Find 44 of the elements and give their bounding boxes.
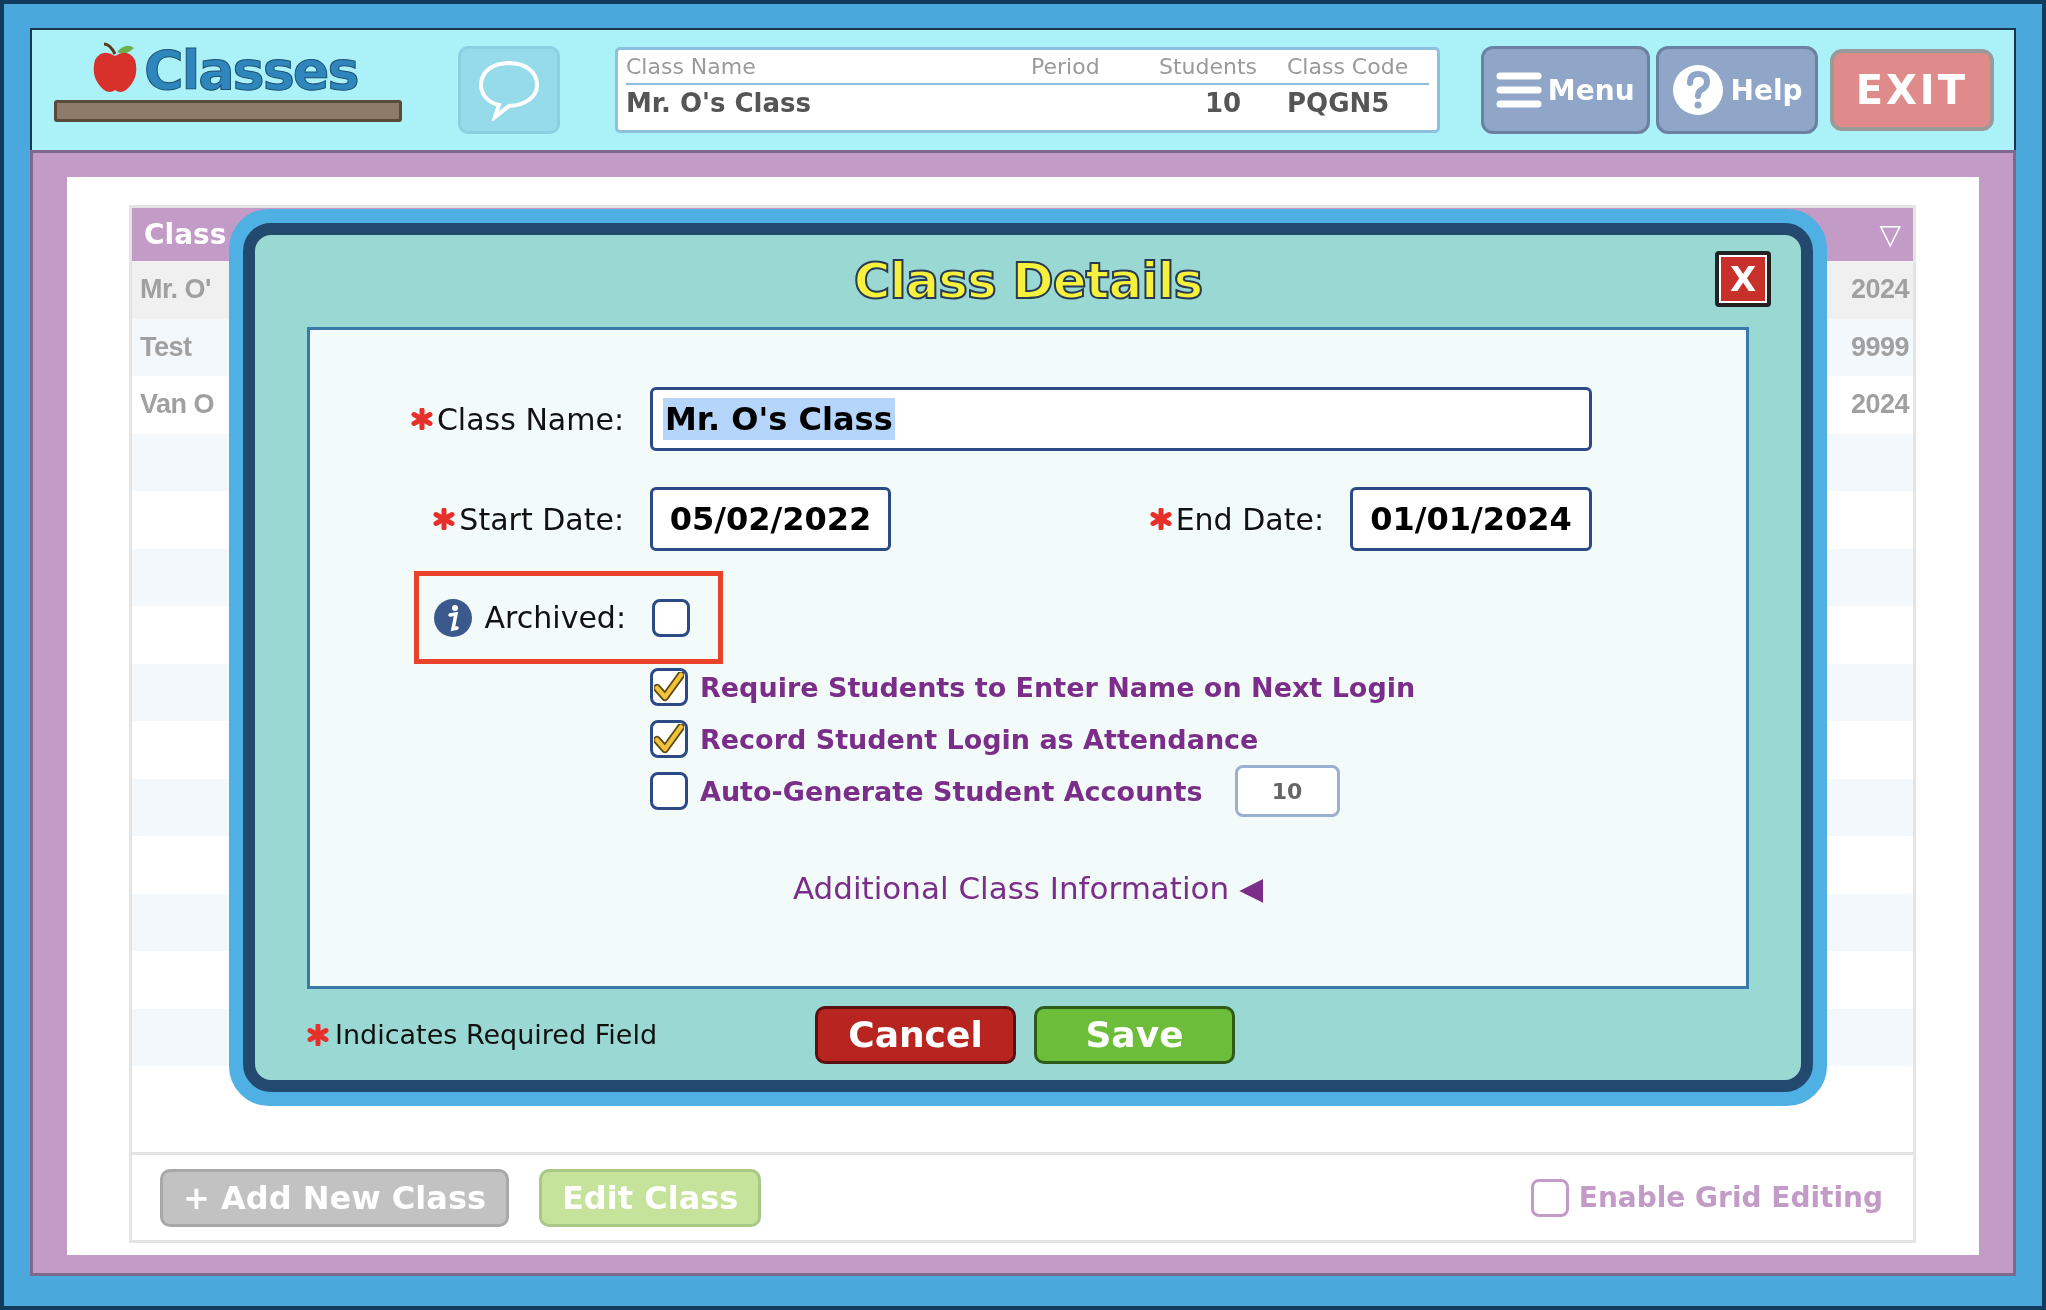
check-icon (654, 724, 684, 754)
column-header: Class Name (626, 54, 1031, 85)
column-header: Students (1159, 54, 1287, 85)
table-cell: 9999 (1850, 331, 1909, 363)
field-label: Archived: (484, 600, 626, 635)
end-date-field[interactable]: 01/01/2024 (1350, 487, 1592, 551)
additional-info-link[interactable]: Additional Class Information ◀ (792, 870, 1264, 906)
table-cell: Van O (140, 389, 215, 421)
field-label: Class Name: (436, 401, 624, 437)
students-value: 10 (1203, 87, 1243, 118)
start-date-field[interactable]: 05/02/2022 (650, 487, 891, 551)
option-checkbox[interactable] (650, 720, 688, 758)
table-cell: Mr. O' (140, 274, 211, 306)
option-label: Auto-Generate Student Accounts (700, 775, 1203, 807)
cancel-button[interactable]: Cancel (815, 1005, 1016, 1064)
class-name-value: Mr. O's Class (626, 87, 812, 118)
field-label: Start Date: (459, 501, 624, 537)
column-header: Period (1031, 54, 1159, 85)
account-count-field[interactable]: 10 (1234, 765, 1340, 817)
option-checkbox[interactable] (650, 772, 688, 810)
table-cell: 2024 (1850, 274, 1909, 306)
option-label: Require Students to Enter Name on Next Login (700, 671, 1416, 703)
archived-checkbox[interactable] (652, 598, 690, 637)
grid-editing-checkbox[interactable] (1530, 1178, 1569, 1217)
speech-bubble-icon (477, 59, 541, 121)
required-note: Indicates Required Field (335, 1019, 658, 1050)
table-cell: 2024 (1850, 389, 1909, 421)
info-icon[interactable] (432, 597, 473, 638)
dialog-title: Class Details (853, 252, 1203, 310)
field-label: End Date: (1175, 501, 1324, 537)
required-icon (307, 1023, 329, 1046)
column-header: Class (144, 218, 227, 251)
help-icon (1670, 63, 1725, 117)
option-label: Record Student Login as Attendance (700, 723, 1259, 755)
check-icon (654, 672, 684, 702)
close-button[interactable]: X (1715, 251, 1771, 307)
table-cell: Test (140, 331, 192, 363)
menu-icon (1495, 70, 1542, 110)
class-name-field[interactable]: Mr. O's Class (650, 387, 1592, 451)
grid-editing-label: Enable Grid Editing (1578, 1181, 1883, 1214)
column-header: Class Code (1287, 54, 1429, 85)
option-checkbox[interactable] (650, 668, 688, 706)
app-logo-text: Classes (144, 44, 358, 98)
class-code-value: PQGN5 (1287, 87, 1391, 118)
